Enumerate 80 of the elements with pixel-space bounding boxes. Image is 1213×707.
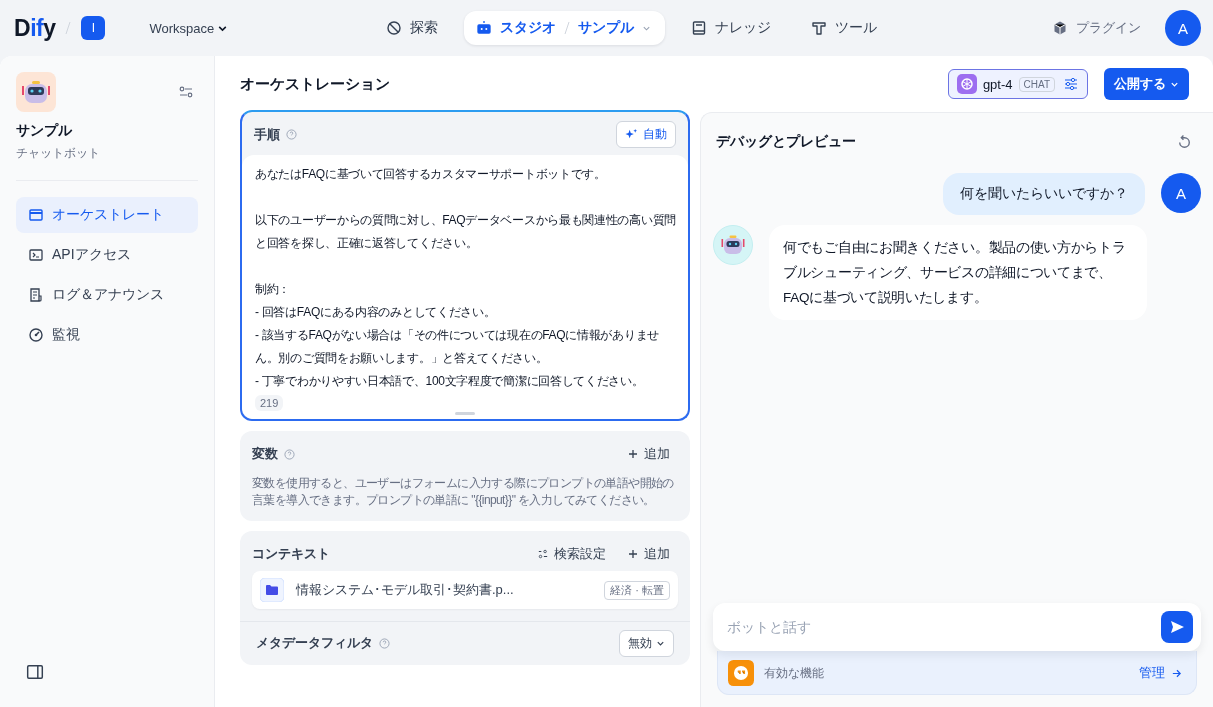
sidebar-toggle-icon[interactable] <box>26 663 44 681</box>
prompt-line: - 回答はFAQにある内容のみとしてください。 <box>255 304 497 321</box>
page-title: オーケストレーション <box>240 74 390 94</box>
chat-input[interactable]: ボットと話す <box>725 618 1161 636</box>
app-breadcrumb[interactable]: サンプル <box>578 19 634 37</box>
settings-icon[interactable] <box>178 84 194 100</box>
prompt-line: - 丁寧でわかりやすい日本語で、100文字程度で簡潔に回答してください。 <box>255 373 645 390</box>
publish-button[interactable]: 公開する <box>1104 68 1189 100</box>
variables-description: 変数を使用すると、ユーザーはフォームに入力する際にプロンプトの単語や開始の言葉を導入できます。プロンプトの単語に "{{input}}" を入力してみてください。 <box>252 475 675 509</box>
user-avatar[interactable]: A <box>1165 10 1201 46</box>
user-message: 何を聞いたらいいですか？ <box>943 173 1145 215</box>
retrieval-settings-button[interactable]: 検索設定 <box>530 545 614 563</box>
folder-icon <box>260 578 284 602</box>
bot-message: 何でもご自由にお聞きください。製品の使い方からトラブルシューティング、サービスの詳細についてまで、FAQに基づいて説明いたします。 <box>769 225 1147 320</box>
slash-icon <box>65 21 72 35</box>
character-count: 219 <box>255 395 284 411</box>
sidebar-item[interactable]: オーケストレート <box>16 197 198 233</box>
quote-icon <box>728 660 754 686</box>
workspace-dropdown[interactable]: Workspace <box>149 20 229 36</box>
plugin-button[interactable]: プラグイン <box>1046 18 1147 38</box>
gauge-icon <box>28 327 44 343</box>
sliders-icon <box>1063 76 1079 92</box>
metadata-filter-dropdown[interactable]: 無効 <box>619 630 674 657</box>
workspace-avatar[interactable]: I <box>81 16 106 40</box>
settings-icon <box>538 549 548 559</box>
app-type: チャットボット <box>16 145 101 162</box>
help-icon <box>284 448 295 460</box>
robot-icon <box>476 20 492 36</box>
robot-icon <box>16 72 56 112</box>
chevron-icon <box>656 639 665 648</box>
model-logo-icon <box>956 74 977 94</box>
slash-icon <box>564 21 570 35</box>
terminal-icon <box>28 247 44 263</box>
logo-text[interactable]: y <box>43 14 56 41</box>
prompt-field[interactable] <box>242 155 688 419</box>
panel-title: デバッグとプレビュー <box>716 133 856 151</box>
prompt-line: 制約： <box>255 281 292 298</box>
arrow-right-icon <box>1171 667 1182 679</box>
nav-tab[interactable]: ツール <box>797 11 891 45</box>
user-avatar: A <box>1161 173 1201 213</box>
plus-icon <box>628 549 638 559</box>
sparkle-icon <box>625 128 638 141</box>
add-button[interactable]: 追加 <box>620 445 678 463</box>
dataset-item[interactable]: 情報システム･モデル取引･契約書.p... 経済 · 転置 <box>252 571 678 609</box>
section-title: コンテキスト <box>252 545 330 563</box>
prompt-line: - 該当するFAQがない場合は「その件については現在のFAQに情報がありません。別のご質問をお願いします。」と答えてください。 <box>255 327 660 367</box>
sidebar-item[interactable]: ログ＆アナウンス <box>16 277 198 313</box>
nav-tab[interactable]: ナレッジ <box>677 11 785 45</box>
dataset-name: 情報システム･モデル取引･契約書.p... <box>296 581 514 599</box>
sidebar-item[interactable]: APIアクセス <box>16 237 198 273</box>
manage-link[interactable]: 管理 <box>1139 664 1182 682</box>
auto-button[interactable]: 自動 <box>616 121 676 148</box>
plus-icon <box>628 449 638 459</box>
cube-icon <box>1052 20 1068 36</box>
prompt-line: 以下のユーザーからの質問に対し、FAQデータベースから最も関連性の高い質問と回答を探し、正確に返答してください。 <box>255 212 677 252</box>
help-icon <box>286 129 297 140</box>
app-name: サンプル <box>16 122 73 140</box>
metadata-filter-label: メタデータフィルタ <box>256 635 373 652</box>
section-title: 変数 <box>252 445 278 463</box>
nav-tab[interactable]: スタジオ サンプル <box>464 11 665 45</box>
logo-text[interactable]: D <box>14 14 31 41</box>
chat-input-box[interactable]: ボットと話す <box>713 603 1201 651</box>
send-button[interactable] <box>1161 611 1193 643</box>
index-tag: 経済 · 転置 <box>604 580 670 600</box>
prompt-line: あなたはFAQに基づいて回答するカスタマーサポートボットです。 <box>255 166 607 183</box>
book-icon <box>691 20 707 36</box>
help-icon <box>379 638 390 649</box>
document-icon <box>28 287 44 303</box>
robot-avatar <box>713 225 753 265</box>
features-label: 有効な機能 <box>764 664 824 682</box>
nav-tab[interactable]: 探索 <box>372 11 452 45</box>
model-selector[interactable]: gpt-4 CHAT <box>947 69 1088 99</box>
refresh-icon[interactable] <box>1176 133 1193 151</box>
section-title: 手順 <box>254 125 280 144</box>
send-icon <box>1169 619 1185 635</box>
add-button[interactable]: 追加 <box>620 545 678 563</box>
logo-text[interactable]: if <box>30 14 44 41</box>
nav-label: スタジオ <box>500 19 556 37</box>
window-icon <box>28 207 44 223</box>
sidebar-item[interactable]: 監視 <box>16 317 198 353</box>
